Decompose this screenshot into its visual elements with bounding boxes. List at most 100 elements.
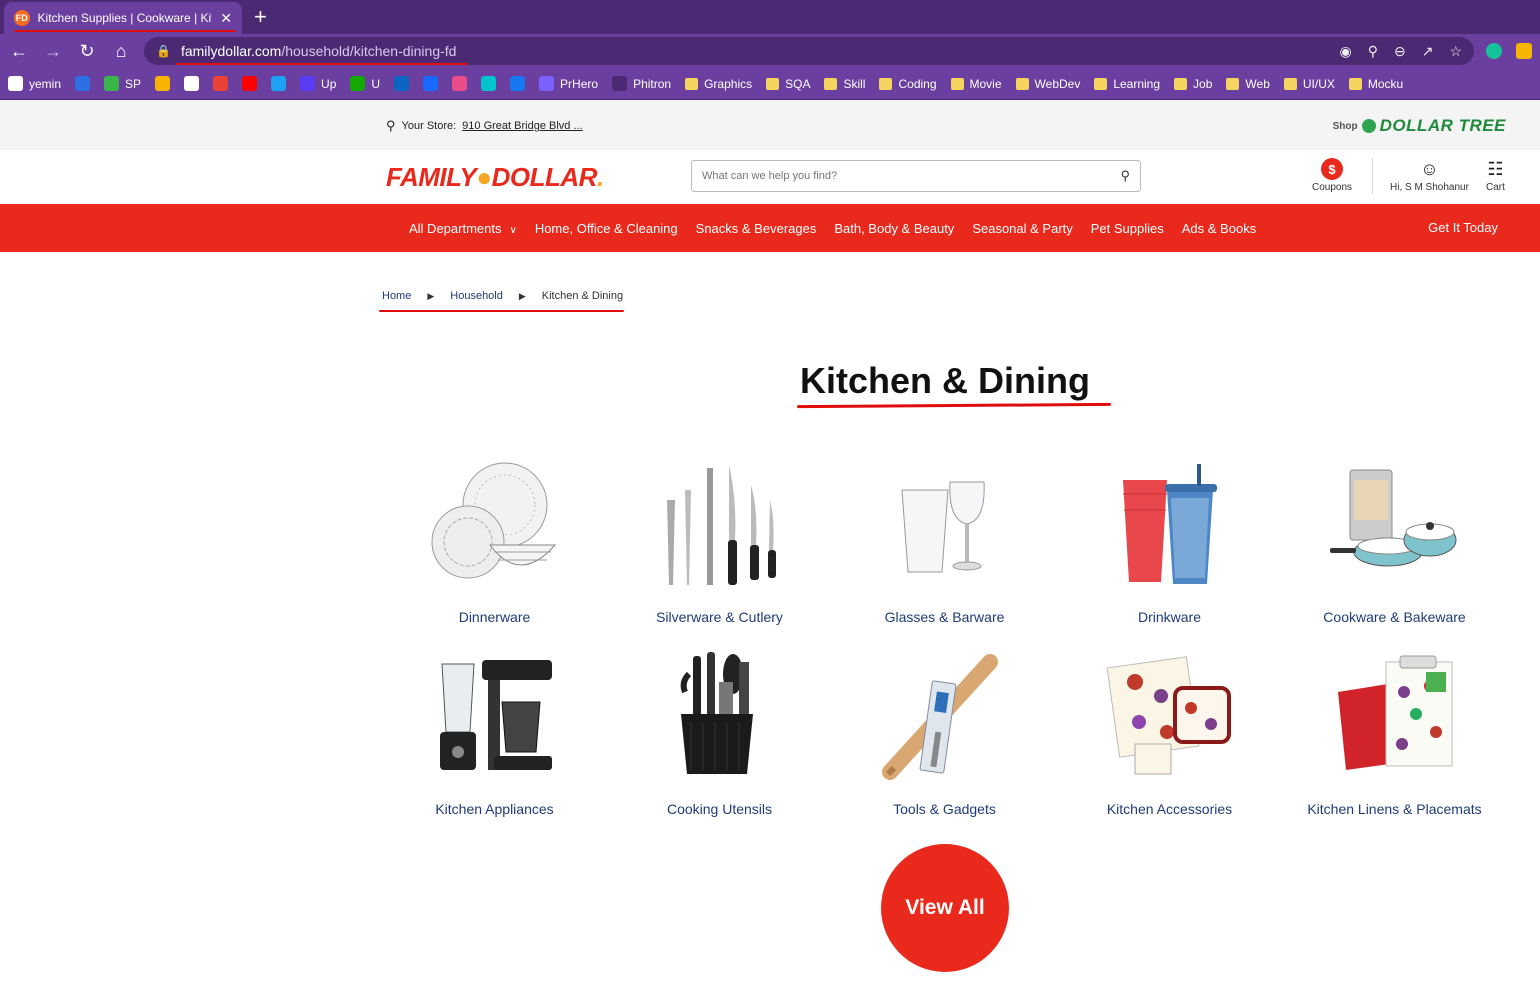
bookmark-item[interactable] [75, 76, 91, 91]
bookmark-item[interactable]: Up [300, 76, 336, 91]
bookmark-item[interactable] [394, 76, 410, 91]
bookmark-item[interactable] [242, 76, 258, 91]
search-icon[interactable]: ⚲ [1120, 168, 1130, 184]
reload-icon[interactable]: ↻ [76, 41, 98, 62]
category-card[interactable]: Tools & Gadgets [832, 647, 1057, 817]
search-input[interactable] [702, 170, 1121, 182]
linens-image[interactable] [1325, 647, 1465, 787]
glasses-image[interactable] [875, 455, 1015, 595]
category-label[interactable]: Kitchen Linens & Placemats [1307, 801, 1481, 817]
nav-link[interactable]: Bath, Body & Beauty [834, 221, 954, 236]
bookmark-star-icon[interactable]: ☆ [1449, 43, 1462, 60]
bookmark-item[interactable] [271, 76, 287, 91]
coupons-button[interactable]: $ Coupons [1312, 158, 1352, 193]
category-label[interactable]: Cooking Utensils [667, 801, 772, 817]
category-label[interactable]: Kitchen Accessories [1107, 801, 1232, 817]
category-label[interactable]: Tools & Gadgets [893, 801, 996, 817]
nav-link[interactable]: All Departments ∨ [409, 221, 517, 236]
family-dollar-logo[interactable]: FAMILY●DOLLAR. [386, 162, 604, 193]
bookmark-folder[interactable]: Graphics [685, 77, 752, 91]
nav-link[interactable]: Home, Office & Cleaning [535, 221, 678, 236]
category-card[interactable]: Kitchen Appliances [382, 647, 607, 817]
category-label[interactable]: Drinkware [1138, 609, 1201, 625]
gadgets-image[interactable] [875, 647, 1015, 787]
category-label[interactable]: Dinnerware [459, 609, 531, 625]
cutlery-image[interactable] [650, 455, 790, 595]
category-card[interactable]: Kitchen Linens & Placemats [1282, 647, 1507, 817]
nav-link[interactable]: Pet Supplies [1091, 221, 1164, 236]
extension-icon[interactable] [1516, 43, 1532, 59]
category-card[interactable]: Kitchen Accessories [1057, 647, 1282, 817]
cart-button[interactable]: ☷ Cart [1486, 158, 1505, 193]
lock-icon[interactable]: 🔒 [156, 44, 171, 58]
bookmark-item[interactable] [481, 76, 497, 91]
bookmark-item[interactable]: Phitron [612, 76, 671, 91]
share-icon[interactable]: ↗ [1422, 43, 1434, 60]
bookmark-folder[interactable]: Web [1226, 77, 1270, 91]
forward-icon[interactable]: → [42, 41, 64, 62]
bookmark-folder[interactable]: Mocku [1348, 77, 1403, 91]
category-label[interactable]: Cookware & Bakeware [1323, 609, 1465, 625]
zoom-icon[interactable]: ⊖ [1394, 43, 1406, 60]
bookmark-item[interactable] [510, 76, 526, 91]
category-label[interactable]: Kitchen Appliances [435, 801, 553, 817]
store-address-link[interactable]: 910 Great Bridge Blvd ... [462, 120, 582, 132]
category-card[interactable]: Silverware & Cutlery [607, 455, 832, 625]
bookmark-item[interactable]: U [350, 76, 380, 91]
breadcrumb-household[interactable]: Household [450, 290, 503, 302]
category-card[interactable]: Cookware & Bakeware [1282, 455, 1507, 625]
annotation-underline-url [176, 63, 468, 65]
folder-icon [766, 77, 780, 90]
accessories-image[interactable] [1100, 647, 1240, 787]
bookmark-item[interactable]: SP [104, 76, 141, 91]
address-bar[interactable]: 🔒 familydollar.com/household/kitchen-din… [144, 37, 1474, 65]
bookmark-item[interactable]: yemin [8, 76, 61, 91]
dinnerware-image[interactable] [425, 455, 565, 595]
get-it-today-link[interactable]: Get It Today [1428, 220, 1498, 235]
bookmark-item[interactable]: PrHero [539, 76, 598, 91]
category-card[interactable]: Drinkware [1057, 455, 1282, 625]
view-all-button[interactable]: View All [881, 844, 1009, 972]
category-label[interactable]: Glasses & Barware [885, 609, 1005, 625]
nav-link[interactable]: Snacks & Beverages [696, 221, 817, 236]
bookmark-folder[interactable]: SQA [766, 77, 810, 91]
nav-link[interactable]: Ads & Books [1182, 221, 1256, 236]
close-tab-icon[interactable]: ✕ [220, 10, 232, 27]
back-icon[interactable]: ← [8, 41, 30, 62]
bookmark-folder[interactable]: Coding [879, 77, 937, 91]
bookmark-folder[interactable]: WebDev [1015, 77, 1080, 91]
bookmark-item[interactable] [423, 76, 439, 91]
category-card[interactable]: Glasses & Barware [832, 455, 1057, 625]
appliances-image[interactable] [425, 647, 565, 787]
bookmark-folder[interactable]: Skill [824, 77, 865, 91]
category-label[interactable]: Silverware & Cutlery [656, 609, 783, 625]
bookmark-folder[interactable]: UI/UX [1283, 77, 1335, 91]
bookmark-item[interactable] [184, 76, 200, 91]
url-domain: familydollar.com [180, 43, 282, 59]
bookmark-item[interactable] [452, 76, 468, 91]
bookmark-folder[interactable]: Job [1174, 77, 1212, 91]
category-card[interactable]: Cooking Utensils [607, 647, 832, 817]
bookmark-item[interactable] [213, 76, 229, 91]
new-tab-button[interactable]: + [254, 4, 267, 30]
breadcrumb-home[interactable]: Home [382, 290, 411, 302]
bookmark-folder[interactable]: Movie [950, 77, 1002, 91]
browser-tab[interactable]: FD Kitchen Supplies | Cookware | Kitc ✕ [4, 2, 242, 34]
key-icon[interactable]: ⚲ [1368, 43, 1378, 60]
account-button[interactable]: ☺ Hi, S M Shohanur [1390, 158, 1469, 193]
nav-links: All Departments ∨ Home, Office & Cleaning S… [409, 204, 1256, 252]
nav-link[interactable]: Seasonal & Party [972, 221, 1072, 236]
drinkware-image[interactable] [1100, 455, 1240, 595]
location-blocked-icon[interactable]: ◉ [1339, 43, 1351, 60]
shop-dollar-tree-link[interactable]: Shop DOLLAR TREE [1333, 116, 1506, 136]
cookware-image[interactable] [1325, 455, 1465, 595]
utensils-image[interactable] [650, 647, 790, 787]
home-icon[interactable]: ⌂ [110, 41, 132, 62]
bookmark-item[interactable] [155, 76, 171, 91]
browser-toolbar: ← → ↻ ⌂ 🔒 familydollar.com/household/kit… [0, 34, 1540, 68]
bookmark-folder[interactable]: Learning [1094, 77, 1160, 91]
grammarly-icon[interactable] [1486, 43, 1502, 59]
category-card[interactable]: Dinnerware [382, 455, 607, 625]
url-text[interactable]: familydollar.com/household/kitchen-dinin… [181, 43, 457, 59]
sp-icon [104, 76, 120, 91]
